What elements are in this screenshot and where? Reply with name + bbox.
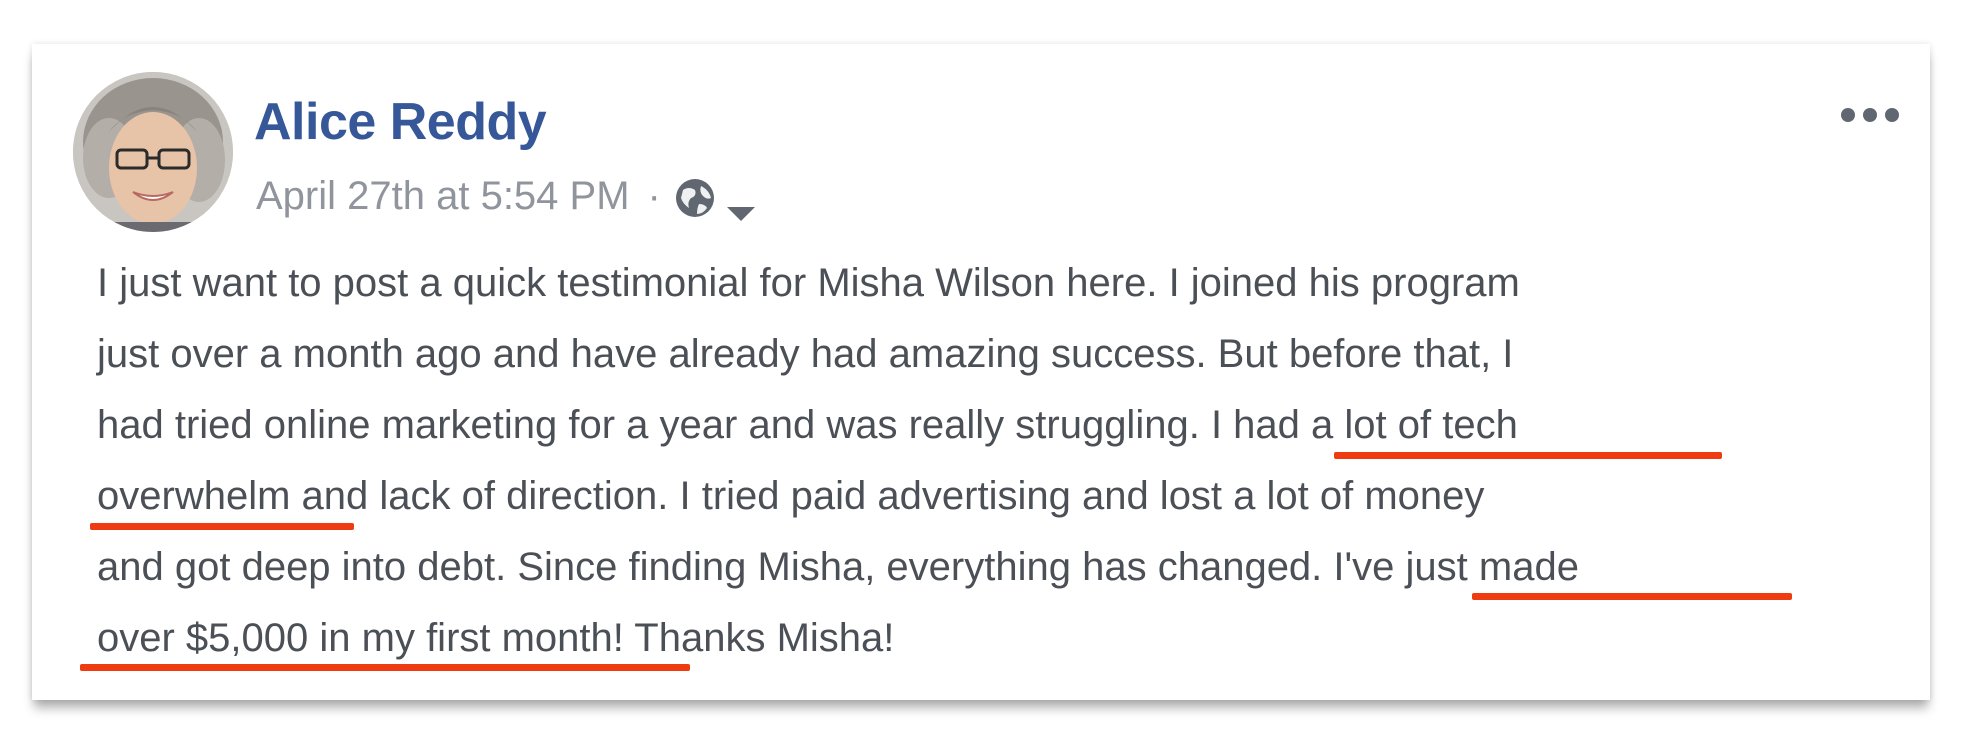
highlight-underline: [90, 523, 354, 530]
more-options-icon[interactable]: [1838, 104, 1902, 126]
body-text-segment: had tried online marketing for a year an…: [97, 403, 1211, 447]
body-text-segment: just over a month ago and have already h…: [97, 332, 1514, 376]
highlighted-phrase: I had a lot of tech: [1210, 403, 1518, 447]
highlighted-phrase: overwhelm: [97, 474, 291, 518]
body-text-segment: and got deep into debt. Since finding Mi…: [97, 545, 1334, 589]
post-body-text: I just want to post a quick testimonial …: [97, 248, 1857, 674]
author-avatar-image: [73, 72, 233, 232]
highlight-underline: [1472, 593, 1792, 600]
author-avatar[interactable]: [73, 72, 233, 232]
highlight-underline: [80, 664, 690, 671]
post-meta: April 27th at 5:54 PM ·: [256, 172, 759, 221]
author-name-link[interactable]: Alice Reddy: [254, 92, 547, 152]
body-text-segment: ! Thanks Misha!: [612, 616, 895, 660]
highlight-underline: [1334, 452, 1722, 459]
meta-separator: ·: [647, 173, 661, 218]
body-text-segment: I just want to post a quick testimonial …: [97, 261, 1520, 305]
body-line-4: overwhelm and lack of direction. I tried…: [97, 461, 1857, 532]
post-timestamp-link[interactable]: April 27th at 5:54 PM: [256, 174, 630, 219]
caret-down-icon[interactable]: [723, 189, 759, 221]
testimonial-post-card: Alice Reddy April 27th at 5:54 PM · I ju…: [32, 44, 1930, 700]
body-line-2: just over a month ago and have already h…: [97, 319, 1857, 390]
body-text-segment: and lack of direction. I tried paid adve…: [290, 474, 1485, 518]
body-line-3: had tried online marketing for a year an…: [97, 390, 1857, 461]
highlighted-phrase: over $5,000 in my first month: [97, 616, 613, 660]
body-line-1: I just want to post a quick testimonial …: [97, 248, 1857, 319]
highlighted-phrase: I've just made: [1333, 545, 1579, 589]
globe-icon[interactable]: [673, 176, 717, 220]
